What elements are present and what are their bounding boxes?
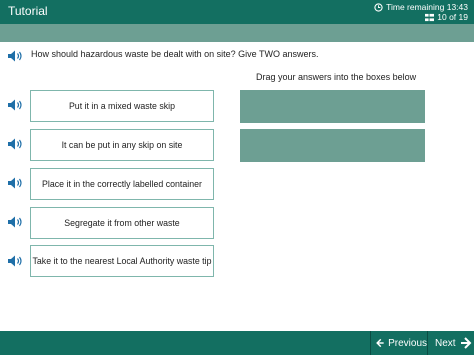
next-button[interactable]: Next	[429, 331, 474, 355]
answer-option[interactable]: Place it in the correctly labelled conta…	[30, 168, 214, 200]
answer-option[interactable]: Take it to the nearest Local Authority w…	[30, 245, 214, 277]
previous-arrow-icon	[376, 338, 384, 348]
footer-bar: Previous Next	[0, 331, 474, 355]
timer-panel: Time remaining 13:43 10 of 19	[374, 2, 468, 22]
answer-option[interactable]: Put it in a mixed waste skip	[30, 90, 214, 122]
previous-button[interactable]: Previous	[370, 331, 428, 355]
question-progress: 10 of 19	[437, 12, 468, 22]
speaker-icon[interactable]	[7, 176, 25, 190]
answer-drop-box-2[interactable]	[240, 129, 425, 162]
speaker-icon[interactable]	[7, 98, 25, 112]
drag-instruction: Drag your answers into the boxes below	[256, 72, 417, 82]
app-title: Tutorial	[8, 4, 48, 18]
speaker-icon[interactable]	[7, 49, 25, 63]
sub-header-bar	[0, 24, 474, 42]
answer-option[interactable]: Segregate it from other waste	[30, 207, 214, 239]
question-count-icon	[425, 13, 435, 21]
answer-option[interactable]: It can be put in any skip on site	[30, 129, 214, 161]
header-bar: Tutorial Time remaining 13:43 10 of 19	[0, 0, 474, 24]
next-arrow-icon	[460, 337, 471, 349]
previous-label: Previous	[388, 337, 427, 349]
clock-icon	[374, 2, 383, 12]
speaker-icon[interactable]	[7, 215, 25, 229]
speaker-icon[interactable]	[7, 254, 25, 268]
next-label: Next	[435, 337, 456, 349]
answer-drop-box-1[interactable]	[240, 90, 425, 123]
question-text: How should hazardous waste be dealt with…	[31, 49, 319, 59]
speaker-icon[interactable]	[7, 137, 25, 151]
time-remaining: Time remaining 13:43	[386, 2, 468, 12]
